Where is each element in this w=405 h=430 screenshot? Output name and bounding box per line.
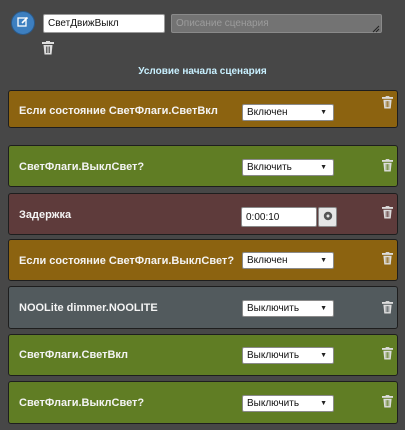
row-label: NOOLite dimmer.NOOLITE: [19, 302, 158, 314]
select-value: Выключить: [247, 350, 300, 361]
chevron-down-icon: ▼: [320, 257, 327, 264]
row-label: СветФлаги.ВыклСвет?: [19, 161, 145, 173]
action-select[interactable]: Выключить ▼: [242, 395, 334, 412]
condition-row: Если состояние СветФлаги.СветВкл Включен…: [8, 90, 398, 128]
select-value: Включен: [247, 255, 288, 266]
device-row: NOOLite dimmer.NOOLITE Выключить ▼: [8, 286, 398, 329]
select-value: Выключить: [247, 303, 300, 314]
trash-icon[interactable]: [382, 347, 393, 360]
action-row: СветФлаги.ВыклСвет? Включить ▼: [8, 145, 398, 187]
trash-icon[interactable]: [382, 395, 393, 408]
action-row: СветФлаги.ВыклСвет? Выключить ▼: [8, 381, 398, 424]
resize-grip-icon[interactable]: [372, 24, 380, 33]
row-label: Если состояние СветФлаги.ВыклСвет?: [19, 255, 235, 267]
state-select[interactable]: Включен ▼: [242, 252, 334, 269]
delay-time-input[interactable]: 0:00:10: [241, 207, 317, 227]
action-select[interactable]: Выключить ▼: [242, 347, 334, 364]
action-select[interactable]: Включить ▼: [242, 159, 334, 176]
select-value: Включить: [247, 162, 292, 173]
chevron-down-icon: ▼: [320, 164, 327, 171]
action-row: СветФлаги.СветВкл Выключить ▼: [8, 334, 398, 376]
clock-button[interactable]: [318, 207, 337, 227]
trash-icon[interactable]: [382, 96, 393, 109]
state-select[interactable]: Включен ▼: [242, 104, 334, 121]
edit-button[interactable]: [11, 11, 35, 35]
chevron-down-icon: ▼: [320, 109, 327, 116]
row-label: СветФлаги.ВыклСвет?: [19, 397, 145, 409]
edit-icon: [17, 16, 29, 31]
condition-row: Если состояние СветФлаги.ВыклСвет? Включ…: [8, 239, 398, 281]
scenario-description-input[interactable]: [171, 14, 382, 33]
chevron-down-icon: ▼: [320, 352, 327, 359]
condition-section-title: Условие начала сценария: [138, 66, 267, 77]
delay-row: Задержка 0:00:10: [8, 193, 398, 235]
trash-icon[interactable]: [382, 301, 393, 314]
trash-icon[interactable]: [382, 252, 393, 265]
scenario-name-input[interactable]: [43, 14, 165, 33]
action-select[interactable]: Выключить ▼: [242, 300, 334, 317]
chevron-down-icon: ▼: [320, 400, 327, 407]
row-label: Если состояние СветФлаги.СветВкл: [19, 105, 218, 117]
clock-icon: [323, 211, 333, 224]
select-value: Включен: [247, 107, 288, 118]
time-value: 0:00:10: [246, 211, 280, 223]
trash-icon[interactable]: [382, 206, 393, 219]
trash-icon[interactable]: [42, 41, 54, 55]
row-label: Задержка: [19, 209, 72, 221]
scenario-header: Условие начала сценария: [0, 0, 405, 88]
trash-icon[interactable]: [382, 159, 393, 172]
select-value: Выключить: [247, 398, 300, 409]
row-label: СветФлаги.СветВкл: [19, 349, 129, 361]
chevron-down-icon: ▼: [320, 305, 327, 312]
